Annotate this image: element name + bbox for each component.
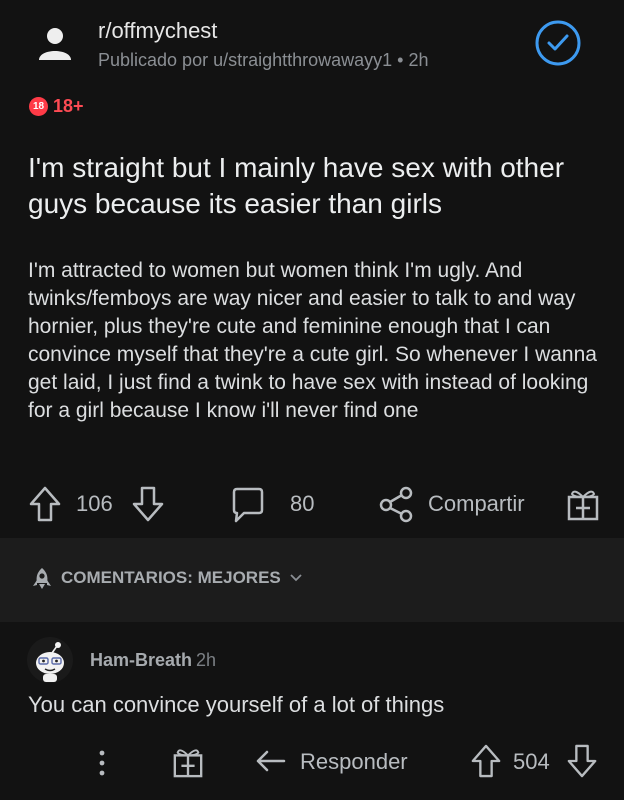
nsfw-badge-icon: 18 <box>29 97 48 116</box>
more-options-icon[interactable] <box>92 746 112 780</box>
post-action-bar: 106 80 Compartir <box>0 482 624 526</box>
comment-award-icon[interactable] <box>172 745 204 779</box>
comment-downvote-icon[interactable] <box>566 743 598 779</box>
subreddit-avatar-icon[interactable] <box>36 24 74 62</box>
rocket-icon <box>31 566 53 590</box>
comment-action-bar: Responder 504 <box>0 740 624 784</box>
post-vote-count: 106 <box>76 491 113 516</box>
post-title: I'm straight but I mainly have sex with … <box>28 152 565 219</box>
comment-bubble-icon[interactable] <box>230 486 266 524</box>
comment-sort-bar[interactable]: COMENTARIOS: MEJORES <box>0 538 624 622</box>
reply-arrow-icon[interactable] <box>254 748 288 776</box>
comment-count[interactable]: 80 <box>290 491 314 517</box>
nsfw-label: 18+ <box>53 96 84 116</box>
award-gift-icon[interactable] <box>566 486 600 522</box>
comment-text: You can convince yourself of a lot of th… <box>28 692 445 717</box>
commenter-username[interactable]: Ham-Breath 2h <box>90 650 216 671</box>
check-circle-icon <box>535 20 581 66</box>
reply-button[interactable]: Responder <box>300 749 408 775</box>
nsfw-tag: 18 18+ <box>29 96 84 117</box>
share-icon[interactable] <box>378 485 414 523</box>
comment-time: 2h <box>196 650 217 670</box>
comment-sort-label[interactable]: COMENTARIOS: MEJORES <box>61 568 281 588</box>
commenter-avatar[interactable] <box>26 636 74 684</box>
chevron-down-icon[interactable] <box>289 573 303 583</box>
join-check-button[interactable] <box>534 19 582 67</box>
post-card: r/offmychest Publicado por u/straightthr… <box>0 0 624 538</box>
comment-card: Ham-Breath 2h You can convince yourself o… <box>0 622 624 800</box>
upvote-icon[interactable] <box>28 485 62 523</box>
subreddit-name[interactable]: r/offmychest <box>98 18 217 44</box>
downvote-icon[interactable] <box>131 485 165 523</box>
post-meta[interactable]: Publicado por u/straightthrowawayy1 • 2h <box>98 50 429 71</box>
comment-vote-count: 504 <box>513 749 550 774</box>
comment-upvote-icon[interactable] <box>470 743 502 779</box>
post-body: I'm attracted to women but women think I… <box>28 259 597 422</box>
commenter-name[interactable]: Ham-Breath <box>90 650 192 670</box>
share-button[interactable]: Compartir <box>428 491 525 517</box>
